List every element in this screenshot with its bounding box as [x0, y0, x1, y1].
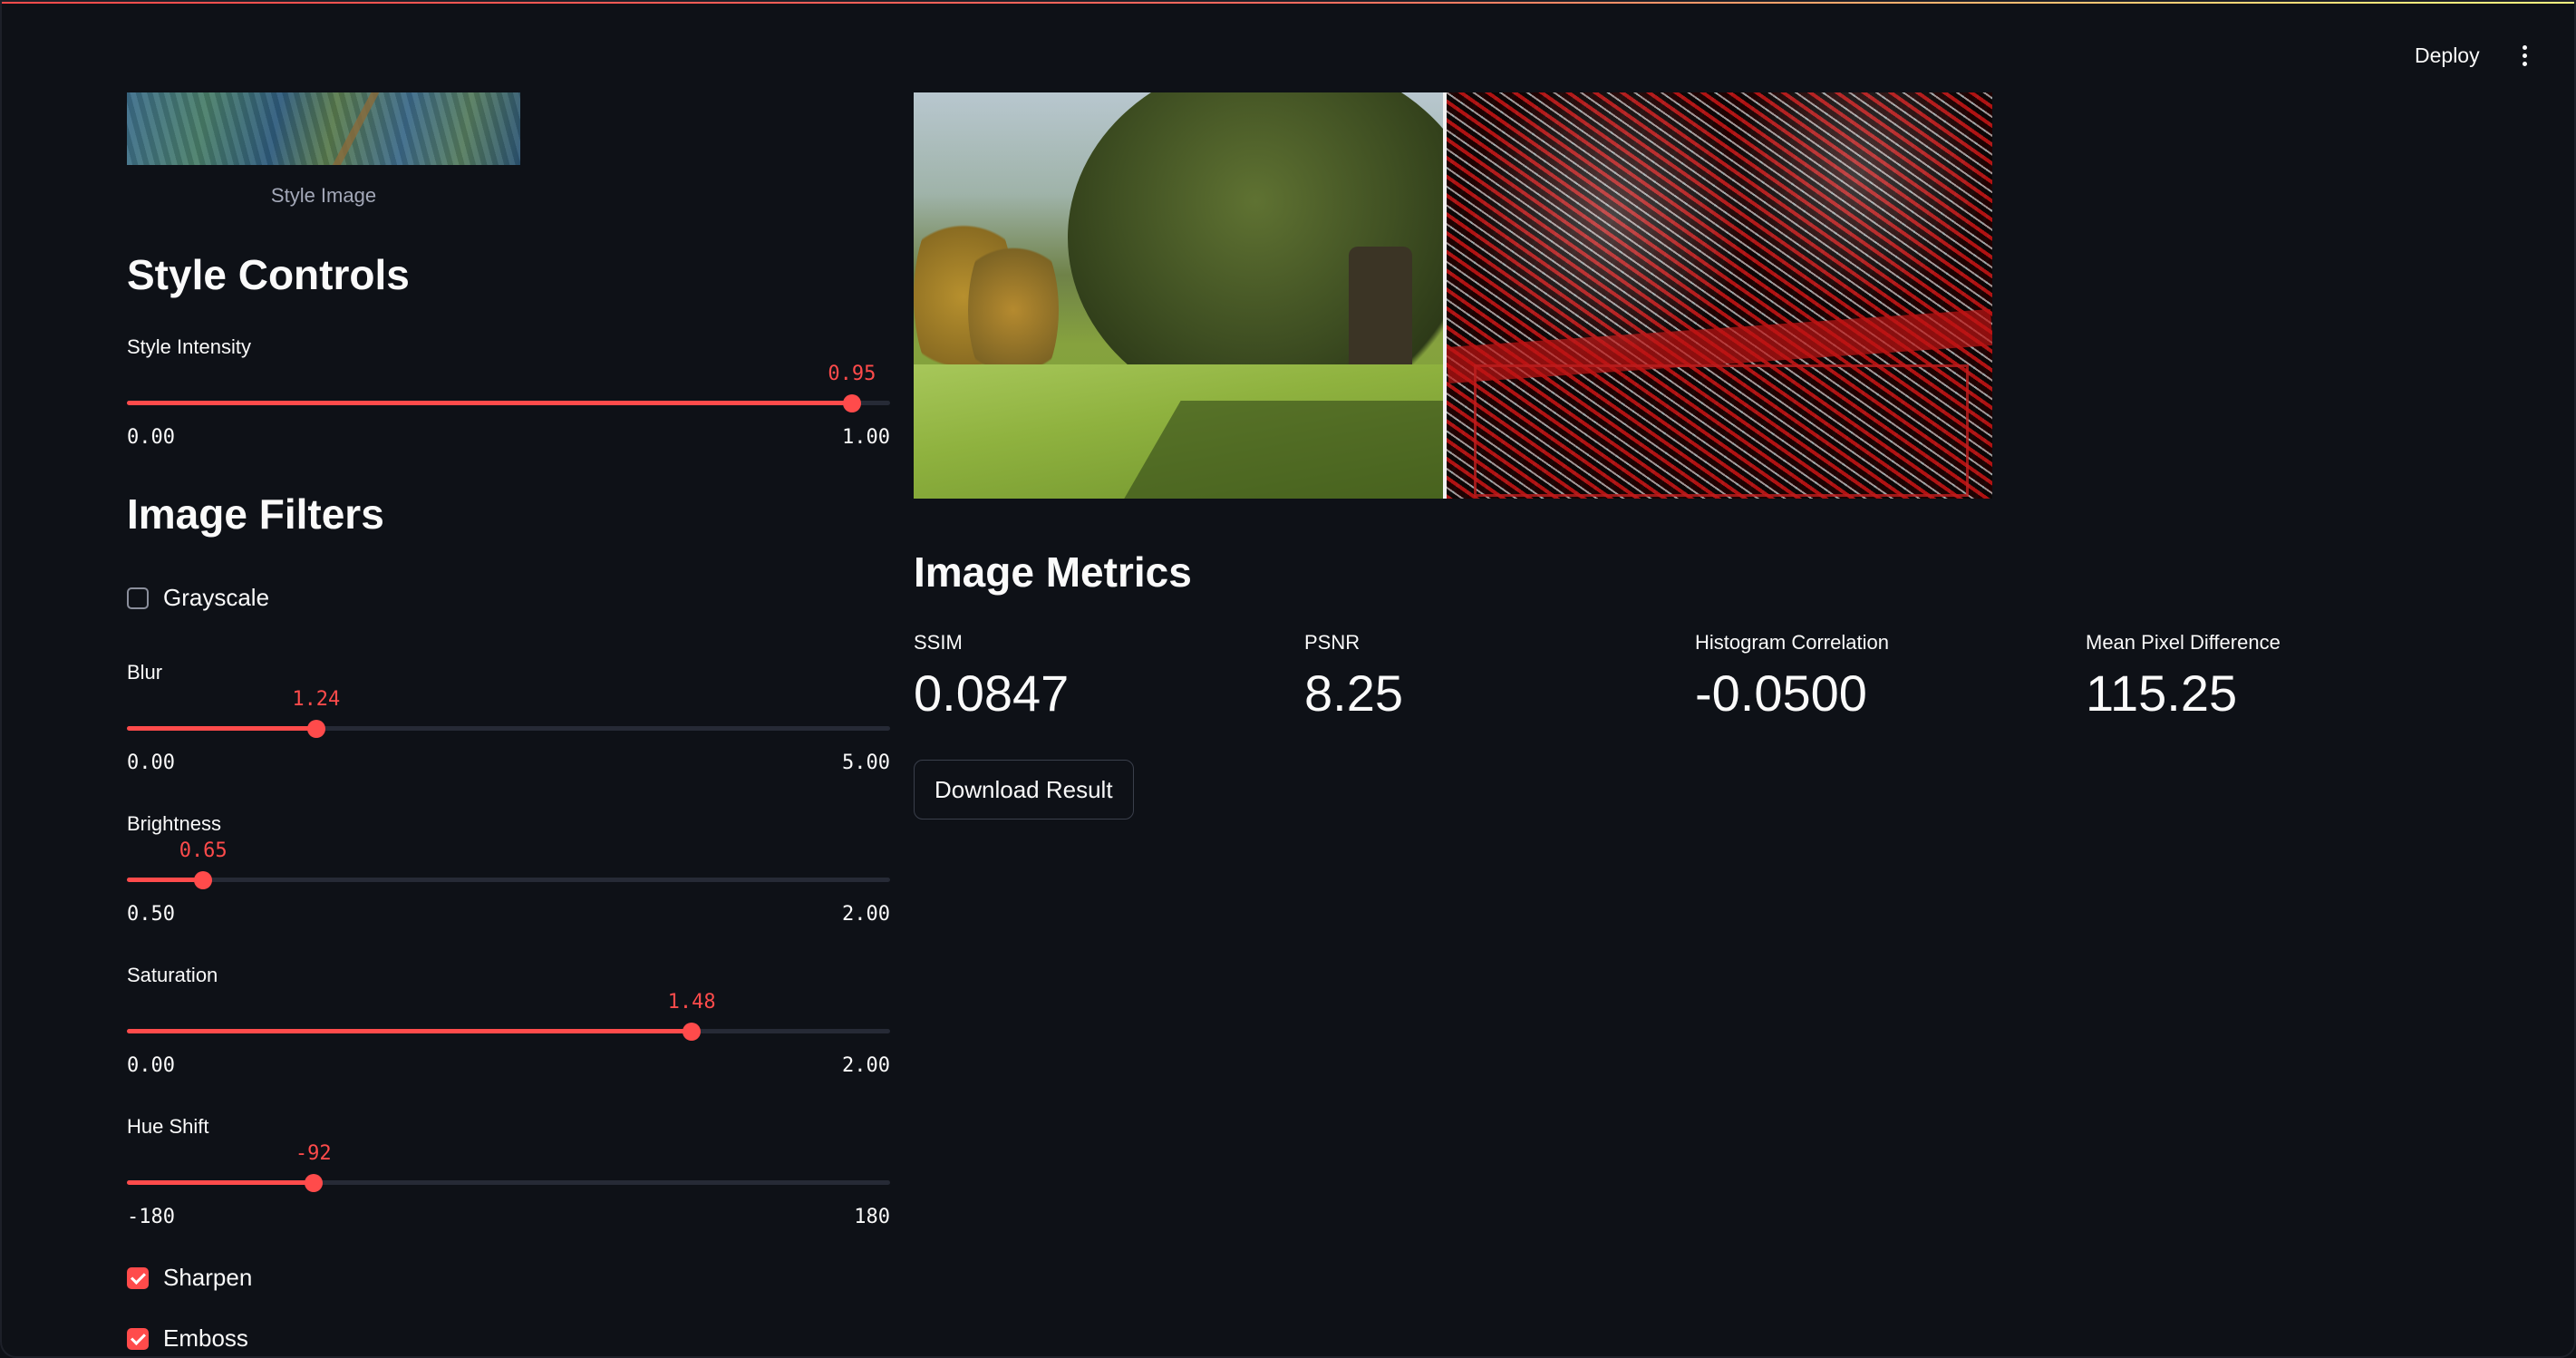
- grayscale-label: Grayscale: [163, 584, 270, 611]
- slider-track: [127, 878, 890, 882]
- slider-fill: [127, 1180, 314, 1185]
- result-image: [1447, 92, 1992, 499]
- style-intensity-label: Style Intensity: [127, 335, 251, 358]
- slider-max: 5.00: [842, 752, 890, 774]
- slider-max: 2.00: [842, 1054, 890, 1077]
- slider-min: 0.50: [127, 903, 175, 926]
- sharpen-checkbox[interactable]: Sharpen: [127, 1264, 252, 1292]
- slider-thumb[interactable]: [306, 720, 325, 738]
- slider-value: -92: [295, 1142, 332, 1165]
- emboss-label: Emboss: [163, 1324, 248, 1352]
- saturation-range: 0.00 2.00: [127, 1054, 890, 1077]
- vertical-ellipsis-icon[interactable]: [2511, 36, 2538, 74]
- hue-shift-slider[interactable]: -92: [127, 1142, 890, 1211]
- deploy-button[interactable]: Deploy: [2404, 38, 2491, 73]
- blur-label: Blur: [127, 661, 163, 684]
- checkbox-checked-icon[interactable]: [127, 1266, 149, 1289]
- slider-max: 2.00: [842, 903, 890, 926]
- slider-fill: [127, 401, 852, 405]
- style-intensity-range: 0.00 1.00: [127, 426, 890, 449]
- slider-min: 0.00: [127, 426, 175, 449]
- style-image: [127, 92, 520, 165]
- slider-value: 1.48: [667, 991, 716, 1014]
- style-intensity-slider[interactable]: 0.95: [127, 363, 890, 432]
- saturation-slider[interactable]: 1.48: [127, 991, 890, 1060]
- image-metrics-heading: Image Metrics: [914, 548, 1192, 596]
- slider-value: 1.24: [292, 688, 341, 711]
- slider-fill: [127, 878, 204, 882]
- metric-value-ssim: 0.0847: [914, 664, 1070, 722]
- slider-max: 180: [854, 1206, 890, 1228]
- brightness-label: Brightness: [127, 812, 221, 835]
- sharpen-label: Sharpen: [163, 1264, 253, 1291]
- slider-min: -180: [127, 1206, 175, 1228]
- slider-value: 0.65: [179, 839, 228, 862]
- slider-value: 0.95: [828, 363, 876, 385]
- saturation-label: Saturation: [127, 964, 218, 986]
- hue-shift-label: Hue Shift: [127, 1115, 209, 1138]
- metric-value-psnr: 8.25: [1304, 664, 1403, 722]
- blur-range: 0.00 5.00: [127, 752, 890, 774]
- slider-min: 0.00: [127, 1054, 175, 1077]
- metric-label-mean-pixel-difference: Mean Pixel Difference: [2086, 631, 2281, 654]
- metric-value-mean-pixel-difference: 115.25: [2086, 664, 2238, 722]
- download-result-button[interactable]: Download Result: [914, 760, 1134, 820]
- emboss-checkbox[interactable]: Emboss: [127, 1324, 248, 1353]
- slider-thumb[interactable]: [842, 394, 861, 412]
- top-accent-bar: [0, 0, 2576, 4]
- slider-thumb[interactable]: [304, 1174, 323, 1192]
- slider-thumb[interactable]: [194, 871, 213, 889]
- style-image-caption: Style Image: [270, 184, 377, 207]
- blur-slider[interactable]: 1.24: [127, 688, 890, 757]
- content-image: [914, 92, 1443, 499]
- slider-min: 0.00: [127, 752, 175, 774]
- slider-fill: [127, 726, 316, 731]
- brightness-slider[interactable]: 0.65: [127, 839, 890, 908]
- grayscale-checkbox[interactable]: Grayscale: [127, 584, 269, 612]
- checkbox-unchecked-icon[interactable]: [127, 587, 149, 609]
- slider-fill: [127, 1029, 692, 1033]
- metric-label-histogram-correlation: Histogram Correlation: [1695, 631, 1889, 654]
- slider-max: 1.00: [842, 426, 890, 449]
- hue-shift-range: -180 180: [127, 1206, 890, 1228]
- style-controls-heading: Style Controls: [127, 251, 410, 298]
- metric-label-ssim: SSIM: [914, 631, 963, 654]
- metric-value-histogram-correlation: -0.0500: [1695, 664, 1867, 722]
- metric-label-psnr: PSNR: [1304, 631, 1361, 654]
- slider-thumb[interactable]: [683, 1023, 702, 1041]
- brightness-range: 0.50 2.00: [127, 903, 890, 926]
- image-filters-heading: Image Filters: [127, 490, 384, 538]
- checkbox-checked-icon[interactable]: [127, 1327, 149, 1350]
